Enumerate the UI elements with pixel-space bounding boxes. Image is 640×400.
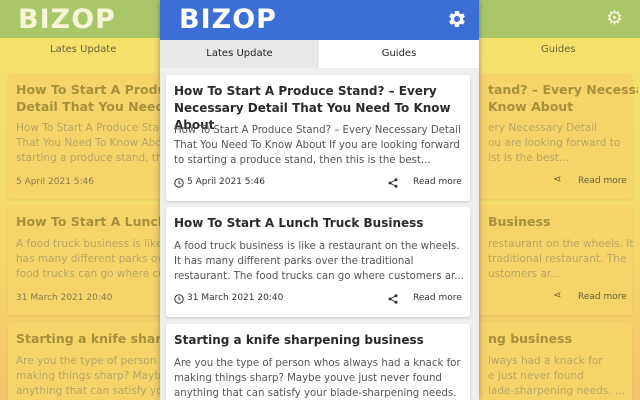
background-card-excerpt: restaurant on the wheels. It — [488, 238, 634, 250]
background-card-excerpt: ustomers ar... — [488, 268, 561, 280]
background-card-title: Business — [488, 214, 551, 229]
app-logo: BIZOP — [179, 4, 277, 35]
popup-tabs: Lates Update Guides — [160, 40, 479, 68]
background-share-icon: ⋖ — [553, 290, 562, 301]
background-card-title: How To Start A Produce Stand? – Every Ne… — [16, 82, 166, 97]
background-card-excerpt: lade-sharpening needs. ... — [488, 385, 625, 397]
popup-header: BIZOP — [160, 0, 479, 40]
read-more-link[interactable]: Read more — [413, 177, 462, 187]
background-card-excerpt: ery Necessary Detail — [488, 122, 598, 134]
article-excerpt: A food truck business is like a restaura… — [174, 241, 464, 282]
background-card-excerpt: making things sharp? Maybe youve — [16, 370, 166, 382]
extension-popup: BIZOP Lates Update Guides How To Start A… — [160, 0, 479, 400]
background-card-title: How To Start A Lunch Truck — [16, 214, 166, 229]
clock-icon — [174, 294, 184, 304]
share-icon[interactable] — [388, 294, 398, 304]
background-card-excerpt: How To Start A Produce Stand? – Ev — [16, 122, 166, 134]
article-footer: 31 March 2021 20:40 Read more — [174, 293, 464, 307]
share-icon[interactable] — [388, 178, 398, 188]
background-logo: BIZOP — [18, 4, 116, 35]
article-date: 5 April 2021 5:46 — [187, 177, 265, 187]
background-share-icon: ⋖ — [553, 174, 562, 185]
article-card[interactable]: How To Start A Produce Stand? – Every Ne… — [166, 75, 470, 201]
background-card-date: 5 April 2021 5:46 — [16, 177, 94, 187]
background-card-excerpt: That You Need To Know About If yo — [16, 137, 166, 149]
background-gear-icon: ⚙ — [606, 7, 624, 29]
article-title[interactable]: How To Start A Lunch Truck Business — [174, 215, 464, 232]
article-title[interactable]: Starting a knife sharpening business — [174, 332, 464, 349]
tab-guides[interactable]: Guides — [319, 40, 479, 68]
tab-latest-update[interactable]: Lates Update — [160, 40, 319, 68]
article-date: 31 March 2021 20:40 — [187, 293, 284, 303]
background-card-title: tand? – Every Necessary — [488, 82, 638, 97]
article-card[interactable]: How To Start A Lunch Truck Business A fo… — [166, 207, 470, 317]
background-read-more: Read more — [578, 292, 627, 302]
background-card-title: Starting a knife sharpening — [16, 331, 166, 346]
read-more-link[interactable]: Read more — [413, 293, 462, 303]
article-excerpt: How To Start A Produce Stand? – Every Ne… — [174, 125, 461, 166]
background-card-excerpt: A food truck business is like a r — [16, 238, 166, 250]
background-card-excerpt: e just never found — [488, 370, 584, 382]
background-card-excerpt: food trucks can go where custo — [16, 268, 166, 280]
background-read-more: Read more — [578, 176, 627, 186]
article-card[interactable]: Starting a knife sharpening business Are… — [166, 324, 470, 400]
article-list[interactable]: How To Start A Produce Stand? – Every Ne… — [160, 68, 479, 400]
article-footer: 5 April 2021 5:46 Read more — [174, 177, 464, 191]
background-card-excerpt: ou are looking forward to — [488, 137, 621, 149]
clock-icon — [174, 178, 184, 188]
background-card-excerpt: has many different parks over the — [16, 253, 166, 265]
gear-icon[interactable] — [447, 9, 467, 29]
background-card-excerpt: Are you the type of person whos — [16, 355, 166, 367]
background-card-title: ng business — [488, 331, 573, 346]
background-card-date: 31 March 2021 20:40 — [16, 293, 113, 303]
background-card-title: Know About — [488, 99, 574, 114]
background-tab-latest: Lates Update — [50, 44, 117, 55]
background-card-excerpt: ist is the best... — [488, 152, 569, 164]
article-excerpt: Are you the type of person whos always h… — [174, 358, 461, 399]
background-card-title: Detail That You Need To Kno — [16, 99, 166, 114]
background-card-excerpt: starting a produce stand, then th — [16, 152, 166, 164]
background-card-excerpt: traditional restaurant. The — [488, 253, 627, 265]
background-tab-guides: Guides — [541, 44, 576, 55]
background-card-excerpt: anything that can satisfy your — [16, 385, 166, 397]
background-card-excerpt: lways had a knack for — [488, 355, 603, 367]
